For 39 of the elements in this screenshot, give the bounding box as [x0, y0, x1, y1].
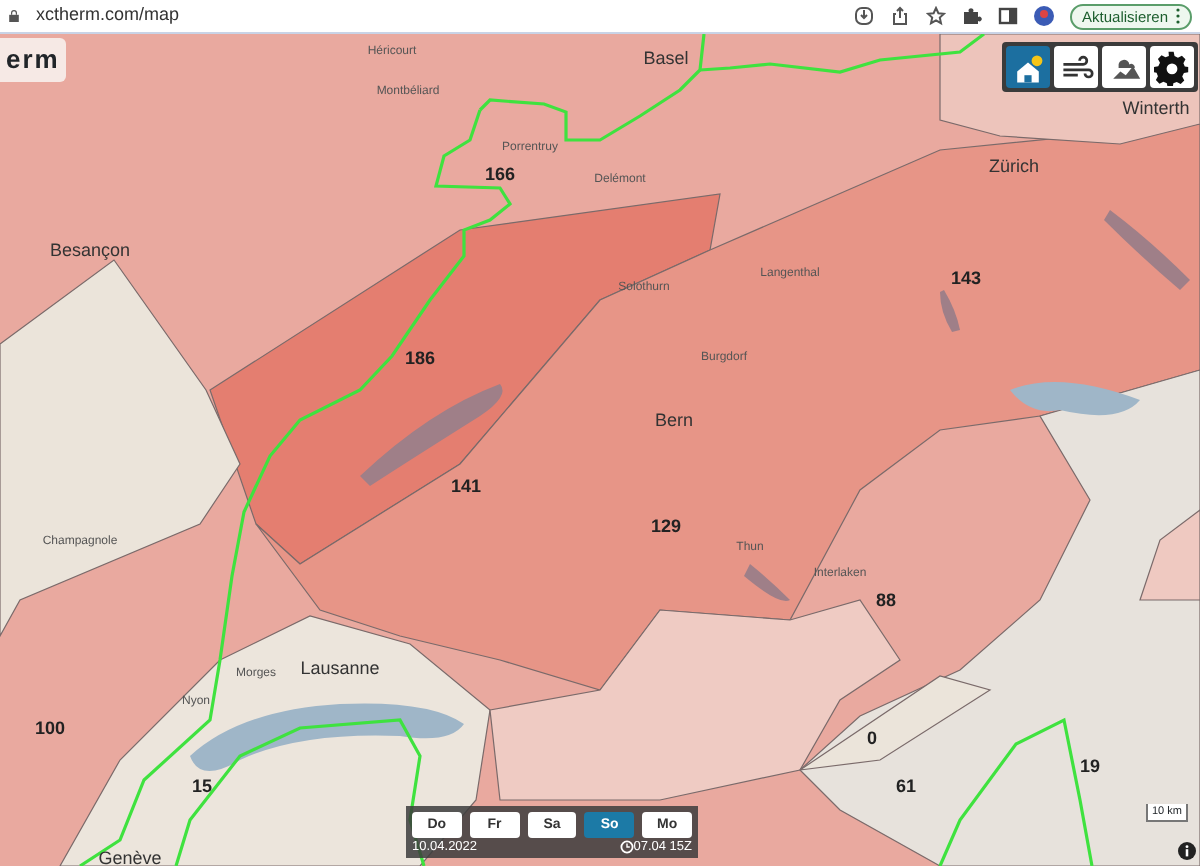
- settings-button[interactable]: [1150, 46, 1194, 88]
- region-value: 19: [1080, 756, 1100, 776]
- place-label: Winterth: [1122, 98, 1190, 118]
- place-label: Lausanne: [300, 658, 380, 678]
- region-value: 15: [192, 776, 212, 796]
- share-icon[interactable]: [890, 6, 911, 26]
- side-panel-icon[interactable]: [998, 6, 1019, 26]
- clock-icon: [619, 840, 634, 854]
- place-label: Basel: [643, 48, 689, 68]
- lake: [940, 290, 960, 332]
- wind-layer-button[interactable]: [1054, 46, 1098, 88]
- place-label: Genève: [98, 848, 162, 866]
- gear-icon: [1154, 49, 1190, 85]
- region-value: 141: [450, 476, 482, 496]
- region-value: 129: [650, 516, 682, 536]
- puzzle-icon[interactable]: [962, 6, 983, 26]
- region-value: 166: [484, 164, 516, 184]
- map-background[interactable]: [0, 34, 1200, 866]
- region-value: 186: [404, 348, 436, 368]
- region-value: 143: [950, 268, 982, 288]
- lake: [1010, 382, 1140, 416]
- thermal-layer-button[interactable]: [1006, 46, 1050, 88]
- address-bar-url[interactable]: xctherm.com/map: [36, 2, 180, 30]
- download-icon[interactable]: [854, 6, 875, 26]
- cloud-layer-button[interactable]: [1102, 46, 1146, 88]
- lock-icon: [8, 6, 20, 26]
- star-icon[interactable]: [926, 6, 947, 26]
- place-label: Zürich: [989, 156, 1039, 176]
- place-label: Besançon: [49, 240, 131, 260]
- lake: [744, 564, 790, 601]
- region-value: 100: [34, 718, 66, 738]
- app-title: erm: [0, 38, 66, 81]
- avatar-icon[interactable]: [1034, 6, 1055, 26]
- info-icon[interactable]: [1178, 842, 1196, 860]
- place-label: Bern: [655, 410, 693, 430]
- region-value: 0: [867, 728, 877, 748]
- lake: [1104, 210, 1190, 290]
- region-value: 61: [896, 776, 916, 796]
- region-value: 88: [876, 590, 896, 610]
